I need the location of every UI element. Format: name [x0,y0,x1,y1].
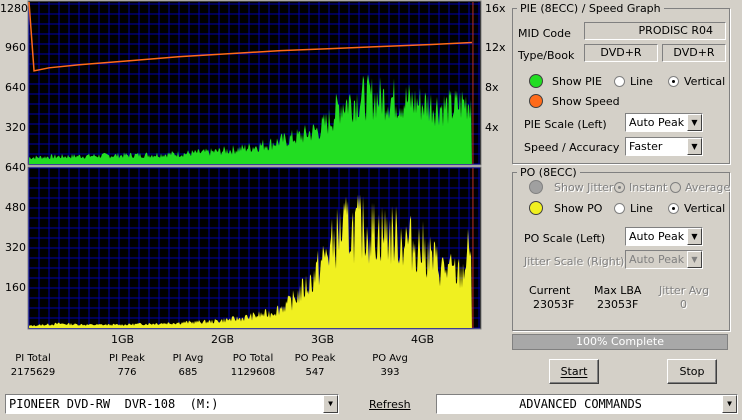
pie-y-tick: 640 [5,81,26,94]
stat-po-total-label: PO Total [232,353,274,364]
x-tick: 4GB [411,333,435,346]
stat-po-total-value: 1129608 [230,367,276,378]
drive-select-value: PIONEER DVD-RW DVR-108 (M:) [9,397,219,411]
po-line-label[interactable]: Line [630,202,653,215]
jitter-average-label: Average [685,181,731,194]
stat-po-avg-value: 393 [380,367,400,378]
speed-y-tick: 4x [485,121,499,134]
po-vertical-radio[interactable] [668,203,679,214]
chevron-down-icon[interactable]: ▼ [323,395,338,413]
jitter-average-radio [670,182,681,193]
stat-po-peak-value: 547 [305,367,325,378]
po-color-swatch[interactable] [529,201,543,215]
speed-y-tick: 12x [485,41,506,54]
pie-line-label[interactable]: Line [630,75,653,88]
speed-accuracy-select[interactable]: Faster ▼ [625,137,703,156]
stat-pi-peak-value: 776 [117,367,137,378]
start-button[interactable]: Start [549,359,599,384]
jitter-scale-value: Auto Peak [629,253,685,266]
jitter-instant-label: Instant [629,181,668,194]
stat-pi-avg-label: PI Avg [172,353,204,364]
start-button-label: Start [560,365,588,378]
pie-vertical-radio[interactable] [668,76,679,87]
max-lba-label: Max LBA [594,284,642,297]
chevron-down-icon[interactable]: ▼ [687,138,702,155]
pie-y-tick: 960 [5,41,26,54]
stat-po-peak-label: PO Peak [294,353,336,364]
progress-text: 100% Complete [576,335,664,348]
chevron-down-icon[interactable]: ▼ [722,395,737,413]
commands-select-value: ADVANCED COMMANDS [519,397,642,411]
jitter-avg-value: 0 [680,298,687,311]
drive-select[interactable]: PIONEER DVD-RW DVR-108 (M:) ▼ [5,394,339,414]
pie-scale-select[interactable]: Auto Peak ▼ [625,113,703,132]
pie-line-radio[interactable] [614,76,625,87]
stop-button[interactable]: Stop [667,359,717,384]
jitter-scale-select: Auto Peak ▼ [625,250,703,269]
speed-y-tick: 16x [485,2,506,15]
pie-speed-group-title: PIE (8ECC) / Speed Graph [517,2,664,15]
po-group-title: PO (8ECC) [517,166,580,179]
po-vertical-label[interactable]: Vertical [684,202,725,215]
show-jitter-label: Show Jitter [554,181,614,194]
show-speed-label[interactable]: Show Speed [552,95,620,108]
po-line-radio[interactable] [614,203,625,214]
progress-bar: 100% Complete [512,334,728,350]
current-value: 23053F [533,298,575,311]
max-lba-value: 23053F [597,298,639,311]
chevron-down-icon[interactable]: ▼ [687,228,702,245]
x-tick: 3GB [311,333,335,346]
speed-color-swatch[interactable] [529,94,543,108]
stat-pi-total-value: 2175629 [10,367,56,378]
speed-accuracy-value: Faster [629,140,663,153]
po-y-tick: 160 [5,281,26,294]
x-tick: 1GB [111,333,135,346]
speed-y-tick: 8x [485,81,499,94]
jitter-scale-label: Jitter Scale (Right) [524,255,625,268]
pie-scale-label: PIE Scale (Left) [524,118,607,131]
pie-color-swatch[interactable] [529,74,543,88]
po-scale-select[interactable]: Auto Peak ▼ [625,227,703,246]
stat-pi-peak-label: PI Peak [109,353,145,364]
type-book-label: Type/Book [518,49,575,62]
stat-po-avg-label: PO Avg [372,353,408,364]
po-scale-value: Auto Peak [629,230,685,243]
po-y-tick: 320 [5,241,26,254]
jitter-color-swatch [529,180,543,194]
po-y-tick: 640 [5,161,26,174]
pie-y-tick: 320 [5,121,26,134]
jitter-avg-label: Jitter Avg [659,284,710,297]
book-type-value: DVD+R [662,44,726,62]
pie-y-tick: 1280 [0,2,28,15]
stat-pi-total-label: PI Total [15,353,51,364]
speed-accuracy-label: Speed / Accuracy [524,141,620,154]
stat-pi-avg-value: 685 [178,367,198,378]
commands-select[interactable]: ADVANCED COMMANDS ▼ [436,394,738,414]
jitter-instant-radio [614,182,625,193]
po-scale-label: PO Scale (Left) [524,232,606,245]
refresh-link[interactable]: Refresh [369,398,411,411]
chevron-down-icon[interactable]: ▼ [687,114,702,131]
disc-type-value: DVD+R [584,44,658,62]
pie-scale-value: Auto Peak [629,116,685,129]
chevron-down-icon: ▼ [687,251,702,268]
x-tick: 2GB [211,333,235,346]
stop-button-label: Stop [679,365,705,378]
show-pie-label[interactable]: Show PIE [552,75,602,88]
po-y-tick: 480 [5,201,26,214]
current-label: Current [529,284,571,297]
show-po-label[interactable]: Show PO [554,202,602,215]
mid-code-value: PRODISC R04 [584,22,726,40]
pie-vertical-label[interactable]: Vertical [684,75,725,88]
mid-code-label: MID Code [518,27,571,40]
